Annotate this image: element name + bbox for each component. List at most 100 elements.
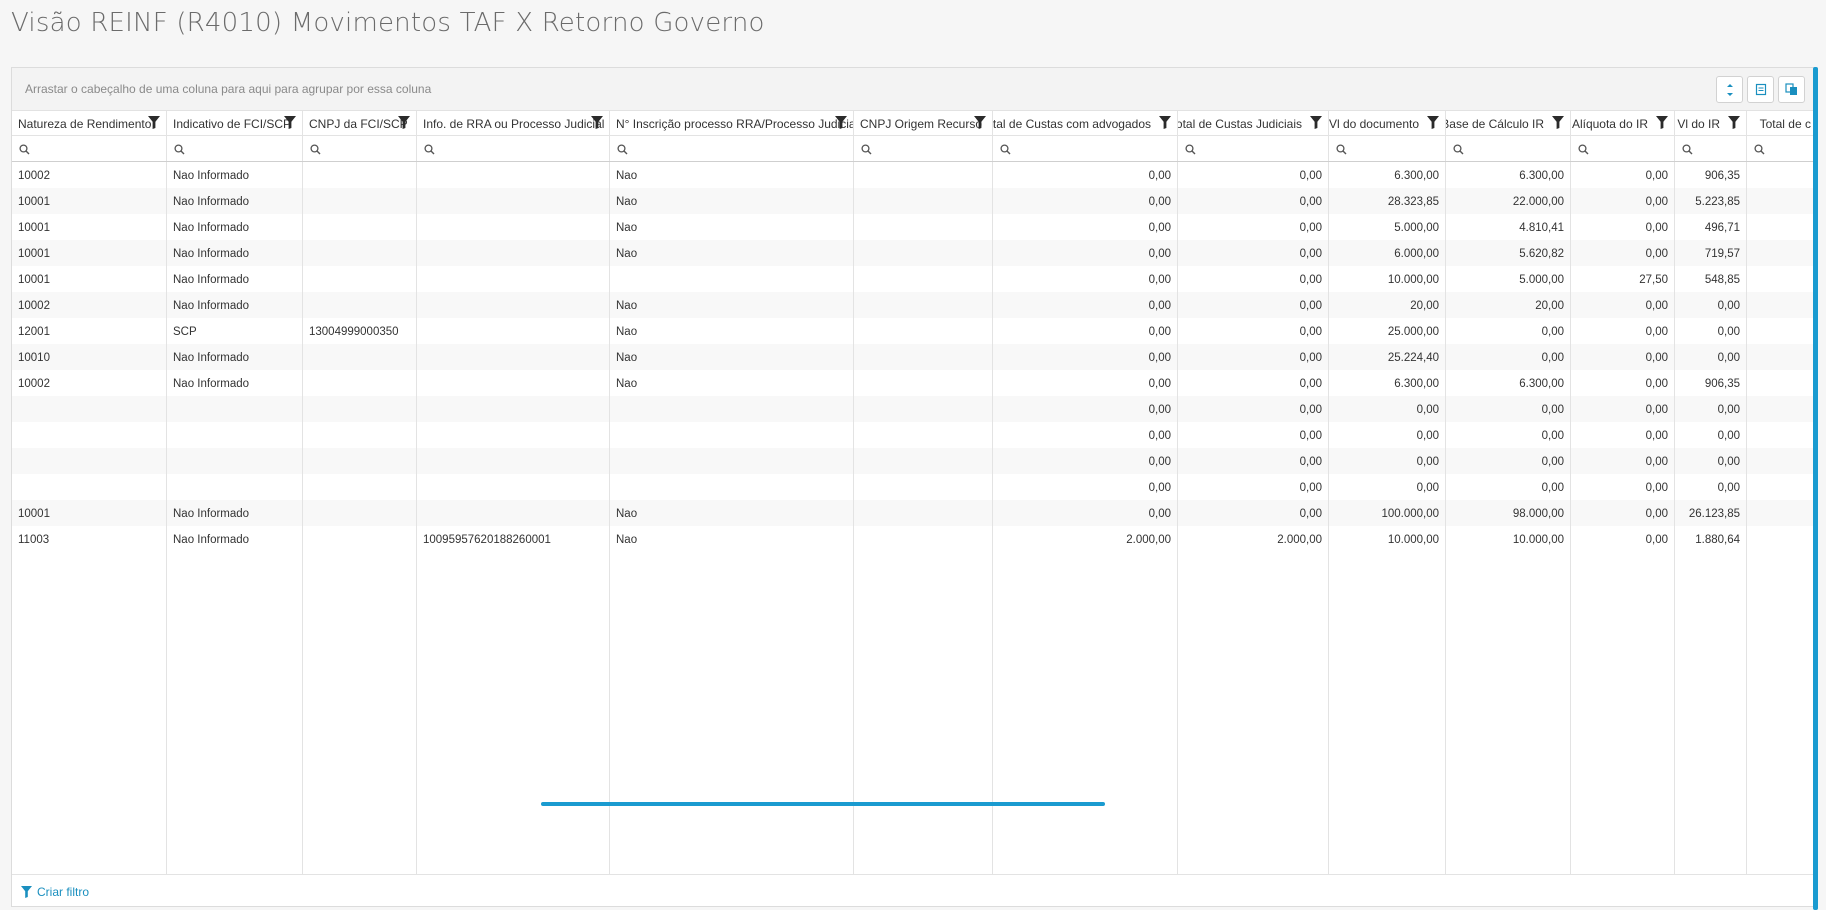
column-search-field[interactable] [993, 136, 1178, 161]
column-header[interactable]: CNPJ da FCI/SCP [303, 111, 417, 135]
table-cell: 10001 [12, 240, 167, 266]
column-search-field[interactable] [1675, 136, 1747, 161]
table-cell: 0,00 [1178, 396, 1329, 422]
column-search-field[interactable] [1446, 136, 1571, 161]
column-search-field[interactable] [1747, 136, 1814, 161]
column-header[interactable]: Base de Cálculo IR [1446, 111, 1571, 135]
filter-funnel-icon[interactable] [974, 116, 986, 129]
table-row[interactable]: 10001 Nao Informado Nao 0,00 0,00 5.000,00 4.8… [12, 214, 1814, 240]
table-cell: 5.620,82 [1446, 240, 1571, 266]
table-cell: 6.300,00 [1446, 370, 1571, 396]
column-search-field[interactable] [1571, 136, 1675, 161]
empty-column-space [417, 552, 610, 882]
table-cell: Nao [610, 344, 854, 370]
column-search-field[interactable] [303, 136, 417, 161]
table-cell [303, 214, 417, 240]
column-search-field[interactable] [1329, 136, 1446, 161]
filter-funnel-icon[interactable] [148, 116, 160, 129]
table-cell: 0,00 [1178, 266, 1329, 292]
filter-funnel-icon[interactable] [1310, 116, 1322, 129]
table-cell [417, 370, 610, 396]
horizontal-scrollbar[interactable] [541, 802, 1105, 806]
export-icon [1755, 83, 1766, 96]
vertical-scrollbar[interactable] [1813, 67, 1818, 910]
filter-funnel-icon[interactable] [1552, 116, 1564, 129]
column-chooser-button[interactable] [1716, 76, 1743, 103]
table-cell: 0,00 [1675, 318, 1747, 344]
table-cell [417, 162, 610, 188]
table-row[interactable]: 10001 Nao Informado Nao 0,00 0,00 6.000,00 5.6… [12, 240, 1814, 266]
column-header[interactable]: Total de Custas Judiciais [1178, 111, 1329, 135]
copy-icon [1785, 83, 1797, 95]
copy-button[interactable] [1778, 76, 1805, 103]
column-search-field[interactable] [610, 136, 854, 161]
filter-icon [21, 886, 32, 898]
filter-funnel-icon[interactable] [591, 116, 603, 129]
column-header-label: Vl do documento [1329, 117, 1419, 131]
table-row[interactable]: 0,00 0,00 0,00 0,00 0,00 0,00 [12, 448, 1814, 474]
table-row[interactable]: 12001 SCP 13004999000350 Nao 0,00 0,00 25.000,… [12, 318, 1814, 344]
table-cell: 6.000,00 [1329, 240, 1446, 266]
column-header[interactable]: Vl do documento [1329, 111, 1446, 135]
filter-funnel-icon[interactable] [284, 116, 296, 129]
filter-funnel-icon[interactable] [1427, 116, 1439, 129]
table-row[interactable]: 10001 Nao Informado Nao 0,00 0,00 28.323,85 22… [12, 188, 1814, 214]
table-cell: 0,00 [1571, 214, 1675, 240]
table-row[interactable]: 11003 Nao Informado 10095957620188260001 Na… [12, 526, 1814, 552]
table-cell: 4.810,41 [1446, 214, 1571, 240]
column-header-label: CNPJ da FCI/SCP [309, 117, 408, 131]
table-row[interactable]: 10010 Nao Informado Nao 0,00 0,00 25.224,40 0,… [12, 344, 1814, 370]
column-header[interactable]: Natureza de Rendimento [12, 111, 167, 135]
table-cell: 0,00 [1675, 396, 1747, 422]
table-row[interactable]: 10002 Nao Informado Nao 0,00 0,00 6.300,00 6.3… [12, 162, 1814, 188]
column-header[interactable]: Total de Custas com advogados [993, 111, 1178, 135]
column-header[interactable]: CNPJ Origem Recurso [854, 111, 993, 135]
table-row[interactable]: 10002 Nao Informado Nao 0,00 0,00 6.300,00 6.3… [12, 370, 1814, 396]
column-header[interactable]: Total de c [1747, 111, 1814, 135]
table-cell: 11003 [12, 526, 167, 552]
column-header[interactable]: Alíquota do IR [1571, 111, 1675, 135]
table-cell: 10.000,00 [1446, 526, 1571, 552]
column-header-label: Total de Custas Judiciais [1178, 117, 1302, 131]
table-row[interactable]: 10001 Nao Informado 0,00 0,00 10.000,00 5.000… [12, 266, 1814, 292]
table-cell: Nao Informado [167, 292, 303, 318]
group-panel[interactable]: Arrastar o cabeçalho de uma coluna para … [12, 68, 1814, 111]
table-cell [854, 214, 993, 240]
table-row[interactable]: 10002 Nao Informado Nao 0,00 0,00 20,00 20,00 0… [12, 292, 1814, 318]
table-cell: 10.000,00 [1329, 266, 1446, 292]
column-search-field[interactable] [167, 136, 303, 161]
search-icon [861, 142, 872, 159]
column-header[interactable]: Vl do IR [1675, 111, 1747, 135]
filter-funnel-icon[interactable] [835, 116, 847, 129]
table-row[interactable]: 0,00 0,00 0,00 0,00 0,00 0,00 [12, 396, 1814, 422]
export-button[interactable] [1747, 76, 1774, 103]
table-row[interactable]: 10001 Nao Informado Nao 0,00 0,00 100.000,00 9… [12, 500, 1814, 526]
column-search-field[interactable] [12, 136, 167, 161]
table-row[interactable]: 0,00 0,00 0,00 0,00 0,00 0,00 [12, 474, 1814, 500]
filter-funnel-icon[interactable] [398, 116, 410, 129]
table-cell: 0,00 [993, 448, 1178, 474]
table-cell: Nao Informado [167, 500, 303, 526]
table-cell [303, 526, 417, 552]
table-row[interactable]: 0,00 0,00 0,00 0,00 0,00 0,00 [12, 422, 1814, 448]
column-search-field[interactable] [417, 136, 610, 161]
column-search-field[interactable] [1178, 136, 1329, 161]
column-header-label: Vl do IR [1677, 117, 1720, 131]
filter-funnel-icon[interactable] [1656, 116, 1668, 129]
filter-funnel-icon[interactable] [1159, 116, 1171, 129]
create-filter-button[interactable]: Criar filtro [21, 885, 89, 899]
table-cell: Nao Informado [167, 370, 303, 396]
table-cell: 0,00 [1571, 240, 1675, 266]
column-search-field[interactable] [854, 136, 993, 161]
table-cell [1747, 422, 1814, 448]
table-cell [854, 188, 993, 214]
table-cell: 28.323,85 [1329, 188, 1446, 214]
column-header-label: Total de Custas com advogados [993, 117, 1151, 131]
filter-funnel-icon[interactable] [1728, 116, 1740, 129]
column-header[interactable]: Indicativo de FCI/SCP [167, 111, 303, 135]
table-cell: 0,00 [993, 318, 1178, 344]
column-header[interactable]: N° Inscrição processo RRA/Processo Judic… [610, 111, 854, 135]
table-cell: 0,00 [1571, 500, 1675, 526]
table-cell: Nao Informado [167, 188, 303, 214]
column-header[interactable]: Info. de RRA ou Processo Judicial [417, 111, 610, 135]
